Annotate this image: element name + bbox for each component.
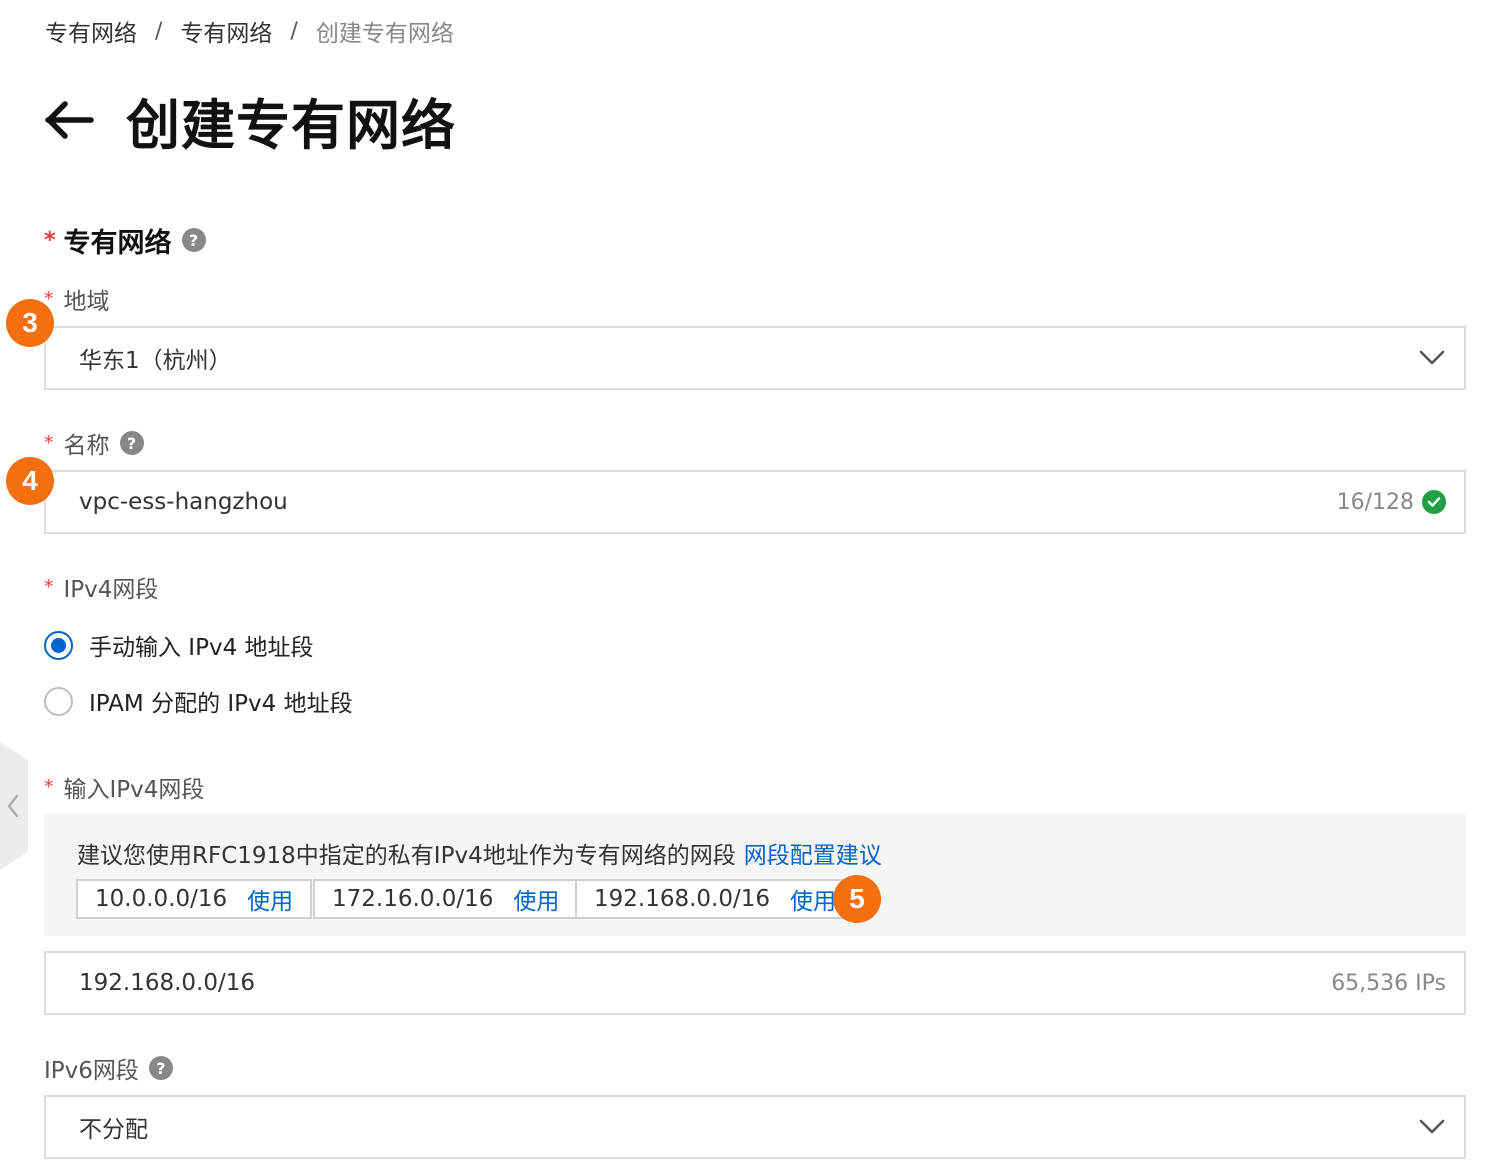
step-badge-4: 4 (6, 457, 54, 505)
check-circle-icon (1422, 490, 1446, 514)
radio-label: IPAM 分配的 IPv4 地址段 (89, 691, 353, 717)
radio-button-checked[interactable] (44, 630, 73, 660)
cidr-chip-172: 172.16.0.0/16 使用 (313, 879, 579, 919)
page-title: 创建专有网络 (126, 93, 456, 157)
cidr-config-link[interactable]: 网段配置建议 (744, 843, 882, 869)
ipv6-label: IPv6网段 ? (44, 1052, 173, 1084)
region-select-value: 华东1（杭州） (79, 348, 232, 374)
ipv6-label-text: IPv6网段 (44, 1058, 139, 1084)
chevron-down-icon (1419, 1119, 1445, 1134)
radio-button[interactable] (44, 686, 73, 716)
suggestion-text: 建议您使用RFC1918中指定的私有IPv4地址作为专有网络的网段 (77, 843, 736, 869)
cidr-value: 192.168.0.0/16 (594, 886, 771, 912)
ipv4-cidr-input[interactable]: 192.168.0.0/16 65,536 IPs (44, 951, 1466, 1015)
required-mark: * (44, 227, 56, 253)
use-cidr-button[interactable]: 使用 (790, 882, 836, 916)
breadcrumb-item-vpc-list[interactable]: 专有网络 (180, 14, 272, 48)
use-cidr-button[interactable]: 使用 (513, 882, 559, 916)
region-label: * 地域 (44, 283, 110, 315)
required-mark: * (44, 576, 54, 598)
cidr-value: 172.16.0.0/16 (332, 886, 494, 912)
help-icon[interactable]: ? (119, 431, 144, 455)
ip-count: 65,536 IPs (1331, 970, 1446, 996)
cidr-suggestion-text: 建议您使用RFC1918中指定的私有IPv4地址作为专有网络的网段 网段配置建议 (77, 836, 882, 870)
cidr-chip-10: 10.0.0.0/16 使用 (76, 879, 313, 919)
section-title-text: 专有网络 (63, 227, 172, 259)
step-badge-3: 3 (6, 299, 54, 347)
ipv4-label-text: IPv4网段 (63, 577, 159, 603)
ipv6-select-value: 不分配 (79, 1117, 148, 1143)
page-header: 创建专有网络 (44, 84, 456, 157)
region-label-text: 地域 (63, 289, 110, 315)
name-label-text: 名称 (63, 433, 110, 459)
cidr-chip-192: 192.168.0.0/16 使用 (575, 879, 856, 919)
breadcrumb: 专有网络 / 专有网络 / 创建专有网络 (45, 14, 454, 48)
cidr-value: 10.0.0.0/16 (95, 886, 228, 912)
step-badge-5: 5 (833, 875, 881, 923)
help-icon[interactable]: ? (148, 1056, 173, 1080)
radio-ipam-ipv4[interactable]: IPAM 分配的 IPv4 地址段 (44, 684, 353, 718)
radio-label: 手动输入 IPv4 地址段 (89, 635, 314, 661)
breadcrumb-item-vpc[interactable]: 专有网络 (45, 14, 137, 48)
name-label: * 名称 ? (44, 427, 144, 459)
sidebar-toggle-chevron-left-icon[interactable] (0, 742, 28, 870)
arrow-left-icon[interactable] (44, 100, 94, 140)
ipv4-cidr-label-text: 输入IPv4网段 (63, 777, 205, 803)
use-cidr-button[interactable]: 使用 (247, 882, 293, 916)
chevron-down-icon (1419, 350, 1445, 365)
ipv6-select[interactable]: 不分配 (44, 1095, 1466, 1159)
ipv4-label: * IPv4网段 (44, 571, 158, 603)
char-count: 16/128 (1336, 489, 1414, 515)
breadcrumb-item-current: 创建专有网络 (315, 21, 454, 47)
region-select[interactable]: 华东1（杭州） (44, 326, 1466, 390)
ipv4-cidr-label: * 输入IPv4网段 (44, 771, 204, 803)
name-input-value: vpc-ess-hangzhou (79, 489, 288, 515)
section-title: * 专有网络 ? (44, 222, 206, 259)
help-icon[interactable]: ? (181, 228, 206, 252)
radio-manual-ipv4[interactable]: 手动输入 IPv4 地址段 (44, 628, 314, 662)
ipv4-cidr-value: 192.168.0.0/16 (79, 970, 256, 996)
required-mark: * (44, 776, 54, 798)
cidr-suggestion-panel: 建议您使用RFC1918中指定的私有IPv4地址作为专有网络的网段 网段配置建议 … (44, 814, 1466, 936)
name-input[interactable]: vpc-ess-hangzhou 16/128 (44, 470, 1466, 534)
breadcrumb-separator: / (155, 18, 163, 44)
required-mark: * (44, 432, 54, 454)
breadcrumb-separator: / (290, 18, 298, 44)
